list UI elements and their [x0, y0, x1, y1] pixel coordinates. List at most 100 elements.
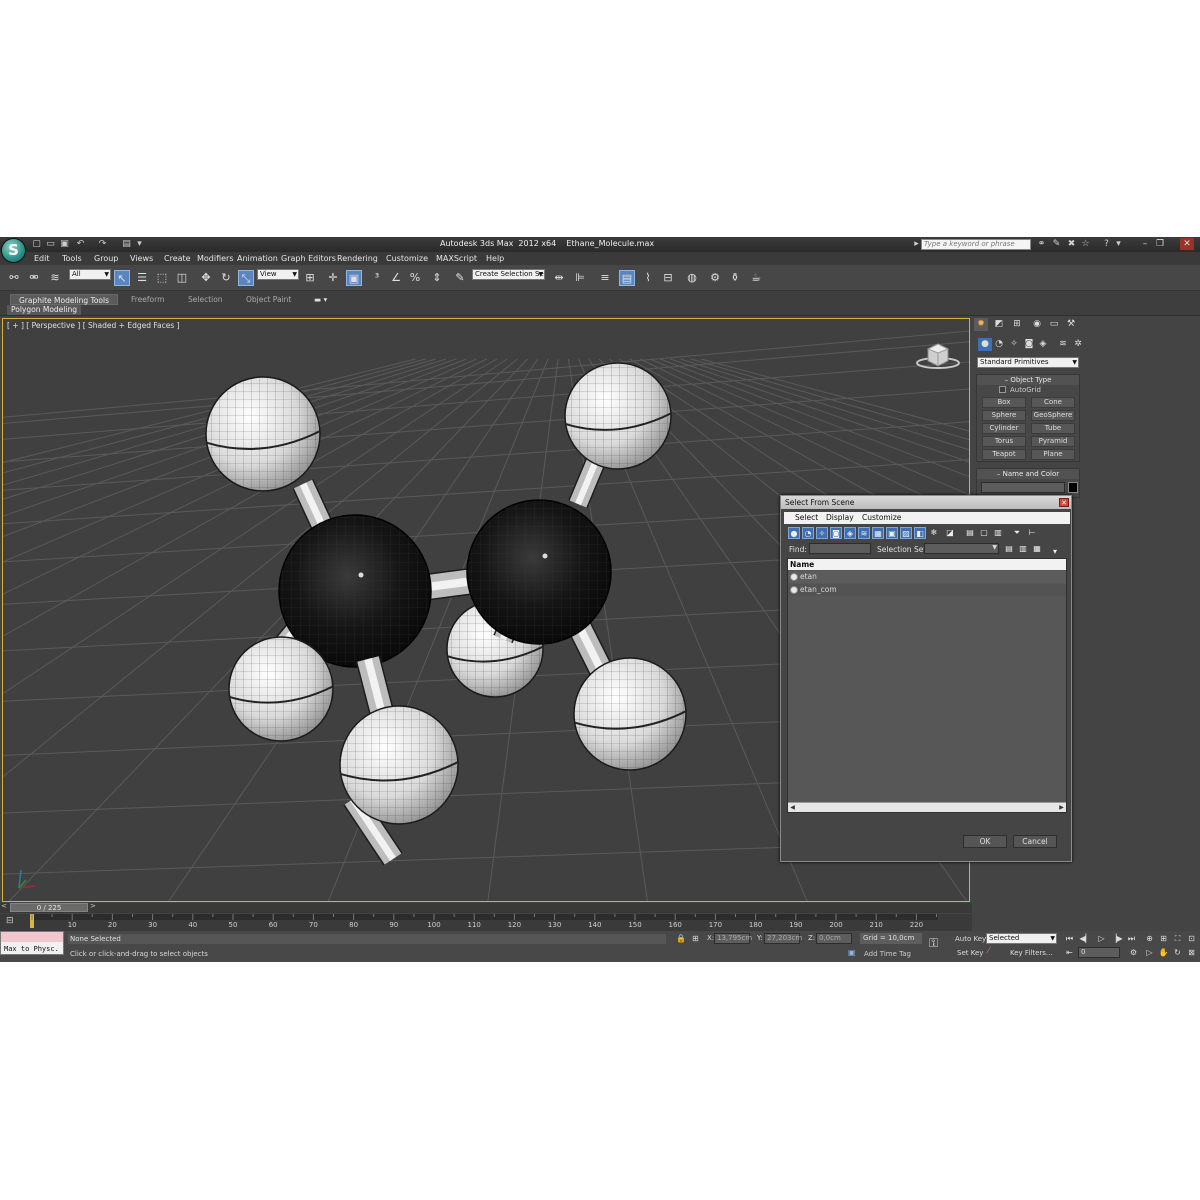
dialog-close-icon[interactable]: ✕ [1059, 498, 1069, 507]
list-item[interactable]: etan_com [788, 584, 1066, 596]
bones-filter-icon[interactable]: ▨ [900, 527, 912, 539]
slider-next-icon[interactable]: > [90, 902, 96, 910]
binoculars-icon[interactable]: ⚭ [1036, 239, 1047, 250]
favorites-icon[interactable]: ☆ [1080, 239, 1091, 250]
rectangular-selection-icon[interactable]: ⬚ [154, 270, 170, 286]
dialog-menu-customize[interactable]: Customize [862, 513, 901, 522]
project-folder-icon[interactable]: ▤ [121, 239, 132, 250]
time-tag-icon[interactable]: ▣ [848, 948, 856, 957]
hydrogen-atom[interactable] [564, 362, 672, 470]
play-icon[interactable]: ▷ [1095, 933, 1108, 944]
current-frame-field[interactable]: 0 [1078, 947, 1120, 958]
display-tab-icon[interactable]: ▭ [1047, 318, 1061, 331]
teapot-button[interactable]: Teapot [982, 449, 1026, 460]
previous-frame-icon[interactable]: ◀▏ [1079, 933, 1092, 944]
object-name-input[interactable] [981, 482, 1065, 493]
menu-animation[interactable]: Animation [237, 254, 278, 263]
go-to-end-icon[interactable]: ⏭ [1125, 933, 1138, 944]
box-button[interactable]: Box [982, 397, 1026, 408]
unlink-icon[interactable]: ⚮ [26, 270, 42, 286]
track-bar[interactable]: ⊟ 10 20 30 40 50 60 70 80 90 100 110 120 130 140 150 16… [0, 914, 972, 931]
schematic-view-icon[interactable]: ⊟ [660, 270, 676, 286]
redo-icon[interactable]: ↷ [97, 239, 108, 250]
go-to-start-icon[interactable]: ⏮ [1063, 933, 1076, 944]
bind-to-space-warp-icon[interactable]: ≋ [47, 270, 63, 286]
rendered-frame-icon[interactable]: ⚱ [727, 270, 743, 286]
y-coordinate[interactable]: 27,203cm [764, 933, 802, 944]
hydrogen-atom[interactable] [205, 376, 321, 492]
hidden-filter-icon[interactable]: ◪ [944, 527, 956, 539]
hydrogen-atom[interactable] [228, 636, 334, 742]
utilities-tab-icon[interactable]: ⚒ [1064, 318, 1078, 331]
next-frame-icon[interactable]: ▕▶ [1110, 933, 1123, 944]
menu-customize[interactable]: Customize [386, 254, 428, 263]
add-time-tag[interactable]: Add Time Tag [864, 950, 911, 958]
cylinder-button[interactable]: Cylinder [982, 423, 1026, 434]
z-coordinate[interactable]: 0,0cm [816, 933, 852, 944]
geosphere-button[interactable]: GeoSphere [1031, 410, 1075, 421]
motion-tab-icon[interactable]: ◉ [1030, 318, 1044, 331]
menu-rendering[interactable]: Rendering [337, 254, 378, 263]
lock-selection-icon[interactable]: 🔒 [676, 934, 686, 943]
select-and-move-icon[interactable]: ✥ [198, 270, 214, 286]
save-icon[interactable]: ▣ [59, 239, 70, 250]
ok-button[interactable]: OK [963, 835, 1007, 848]
menu-graph-editors[interactable]: Graph Editors [281, 254, 336, 263]
lights-icon[interactable]: ✧ [1007, 338, 1021, 351]
pyramid-button[interactable]: Pyramid [1031, 436, 1075, 447]
time-configuration-icon[interactable]: ⚙ [1127, 947, 1140, 958]
viewport-label[interactable]: [ + ] [ Perspective ] [ Shaded + Edged F… [7, 321, 180, 330]
cancel-button[interactable]: Cancel [1013, 835, 1057, 848]
dialog-menu-select[interactable]: Select [795, 513, 818, 522]
percent-snap-icon[interactable]: % [407, 270, 423, 286]
spinner-snap-icon[interactable]: ⇕ [429, 270, 445, 286]
cameras-icon[interactable]: ◙ [1022, 338, 1036, 351]
tab-graphite-modeling-tools[interactable]: Graphite Modeling Tools [10, 294, 119, 305]
set-key-button[interactable]: Set Key [957, 949, 983, 957]
menu-create[interactable]: Create [164, 254, 191, 263]
select-none-icon[interactable]: ▢ [978, 527, 990, 539]
select-manipulate-icon[interactable]: ✛ [325, 270, 341, 286]
render-production-icon[interactable]: ☕ [748, 270, 764, 286]
horizontal-scrollbar[interactable]: ◀ ▶ [788, 802, 1066, 812]
time-slider[interactable]: < 0 / 225 > [0, 902, 972, 913]
hierarchy-toggle-icon[interactable]: ⊢ [1026, 527, 1038, 539]
x-coordinate[interactable]: 13,795cm [714, 933, 752, 944]
shapes-icon[interactable]: ◔ [992, 338, 1006, 351]
zoom-extents-all-icon[interactable]: ⊡ [1185, 933, 1198, 944]
space-warps-icon[interactable]: ≋ [1056, 338, 1070, 351]
help-icon[interactable]: ? [1101, 239, 1112, 250]
rollout-title[interactable]: – Name and Color [977, 469, 1079, 479]
communication-icon[interactable]: ✖ [1066, 239, 1077, 250]
column-header-name[interactable]: Name [788, 559, 1066, 570]
orbit-icon[interactable]: ↻ [1171, 947, 1184, 958]
expand-icon[interactable]: ▾ [1049, 546, 1061, 558]
graphite-toggle-icon[interactable]: ▤ [619, 270, 635, 286]
cameras-filter-icon[interactable]: ◙ [830, 527, 842, 539]
zoom-all-icon[interactable]: ⊞ [1157, 933, 1170, 944]
select-and-scale-icon[interactable]: ⤡ [238, 270, 254, 286]
ribbon-options-icon[interactable]: ▬ ▾ [314, 294, 327, 305]
carbon-atom[interactable] [466, 499, 612, 645]
select-object-icon[interactable]: ↖ [114, 270, 130, 286]
primitive-category-dropdown[interactable]: Standard Primitives ▼ [977, 357, 1079, 368]
reference-coordinate-dropdown[interactable]: View ▼ [257, 269, 299, 280]
key-mode-dropdown[interactable]: Selected ▼ [986, 933, 1057, 944]
select-and-link-icon[interactable]: ⚯ [6, 270, 22, 286]
subscription-icon[interactable]: ✎ [1051, 239, 1062, 250]
add-to-set-icon[interactable]: ▦ [1031, 543, 1043, 555]
maxscript-input[interactable] [1, 932, 63, 942]
help-dropdown-icon[interactable]: ▾ [1113, 239, 1124, 250]
maxscript-listener[interactable]: Max to Physc. [0, 931, 64, 955]
scroll-right-icon[interactable]: ▶ [1057, 803, 1066, 812]
open-file-icon[interactable]: ▭ [45, 239, 56, 250]
menu-edit[interactable]: Edit [34, 254, 50, 263]
select-all-icon[interactable]: ▤ [964, 527, 976, 539]
minimize-icon[interactable]: – [1138, 238, 1152, 250]
close-icon[interactable]: ✕ [1180, 238, 1194, 250]
key-mode-toggle-icon[interactable]: ⇤ [1063, 947, 1076, 958]
frozen-filter-icon[interactable]: ❄ [928, 527, 940, 539]
tab-selection[interactable]: Selection [188, 294, 223, 305]
keyboard-shortcut-override-icon[interactable]: ▣ [346, 270, 362, 286]
mirror-icon[interactable]: ⇹ [551, 270, 567, 286]
